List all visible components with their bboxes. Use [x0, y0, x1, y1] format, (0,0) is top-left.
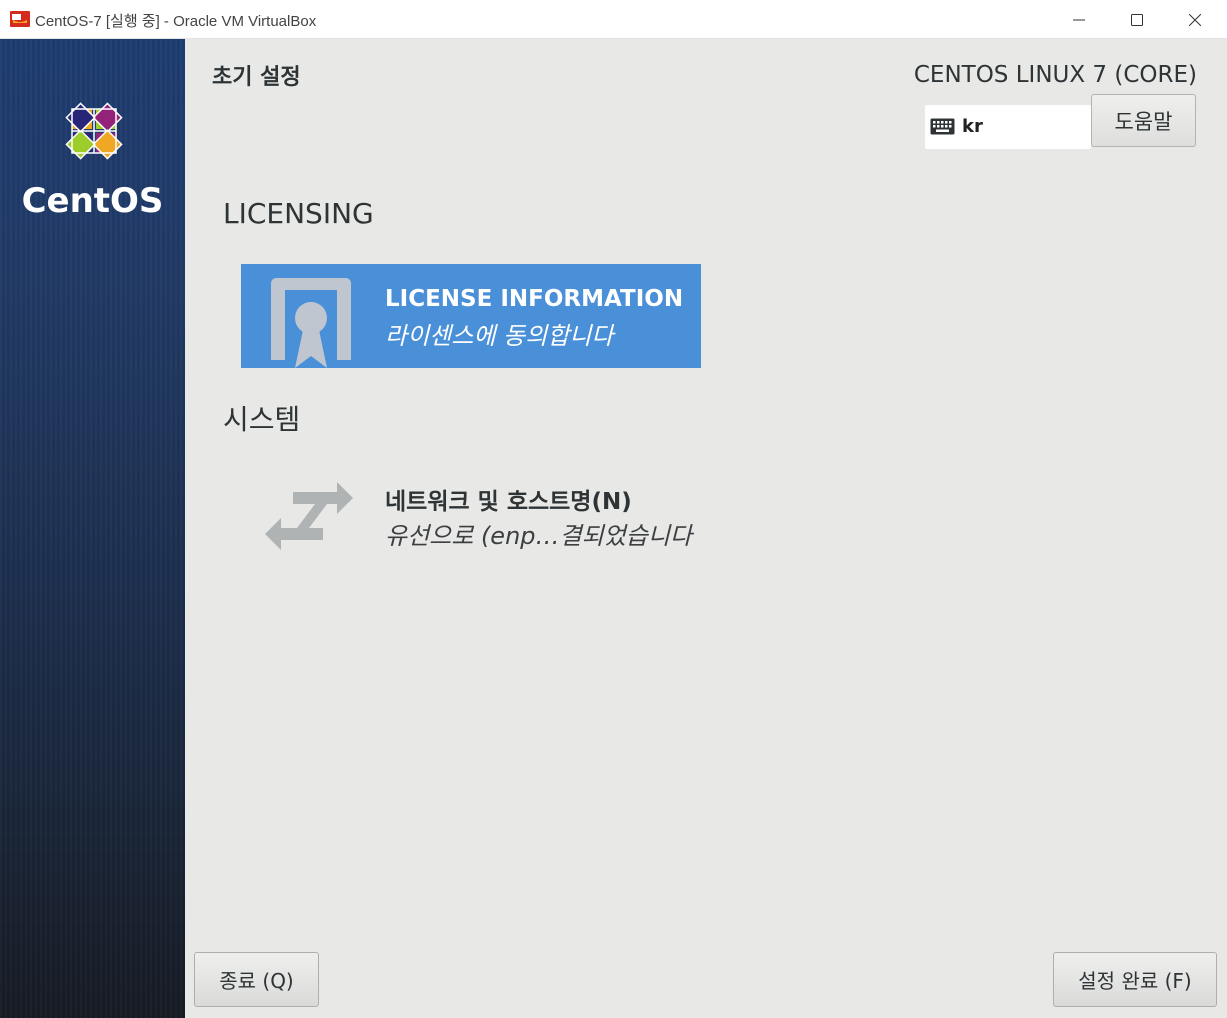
page-title: 초기 설정	[212, 65, 301, 90]
section-heading-licensing: LICENSING	[223, 197, 374, 230]
main-panel: 초기 설정 CENTOS LINUX 7 (CORE) kr 도움말 LICEN…	[185, 39, 1227, 1018]
close-icon	[1189, 13, 1201, 26]
keyboard-icon	[930, 118, 955, 135]
network-arrows-icon	[265, 482, 353, 550]
keyboard-layout-label: kr	[962, 116, 983, 137]
finish-configuration-button[interactable]: 설정 완료 (F)	[1053, 952, 1217, 1007]
close-button[interactable]	[1166, 0, 1224, 39]
maximize-button[interactable]	[1108, 0, 1166, 39]
help-button[interactable]: 도움말	[1091, 94, 1196, 147]
license-spoke-title: LICENSE INFORMATION	[385, 286, 684, 312]
network-spoke-title: 네트워크 및 호스트명(N)	[385, 489, 632, 515]
virtualbox-icon	[10, 11, 30, 27]
quit-button[interactable]: 종료 (Q)	[194, 952, 319, 1007]
network-spoke-status: 유선으로 (enp…결되었습니다	[385, 522, 693, 550]
centos-logo-icon	[65, 102, 123, 160]
section-heading-system: 시스템	[223, 403, 301, 436]
license-icon	[271, 278, 351, 368]
window-titlebar: CentOS-7 [실행 중] - Oracle VM VirtualBox	[0, 0, 1227, 39]
minimize-icon	[1073, 19, 1085, 20]
license-information-spoke[interactable]: LICENSE INFORMATION 라이센스에 동의합니다	[241, 264, 701, 368]
product-name: CENTOS LINUX 7 (CORE)	[913, 62, 1197, 88]
minimize-button[interactable]	[1050, 0, 1108, 39]
license-spoke-status: 라이센스에 동의합니다	[385, 322, 614, 350]
sidebar: CentOS	[0, 39, 185, 1018]
centos-logo-text: CentOS	[21, 181, 164, 221]
network-hostname-spoke[interactable]: 네트워크 및 호스트명(N) 유선으로 (enp…결되었습니다	[241, 464, 801, 568]
keyboard-layout-indicator[interactable]: kr	[925, 105, 1091, 149]
window-title: CentOS-7 [실행 중] - Oracle VM VirtualBox	[35, 13, 317, 30]
maximize-icon	[1131, 13, 1143, 26]
